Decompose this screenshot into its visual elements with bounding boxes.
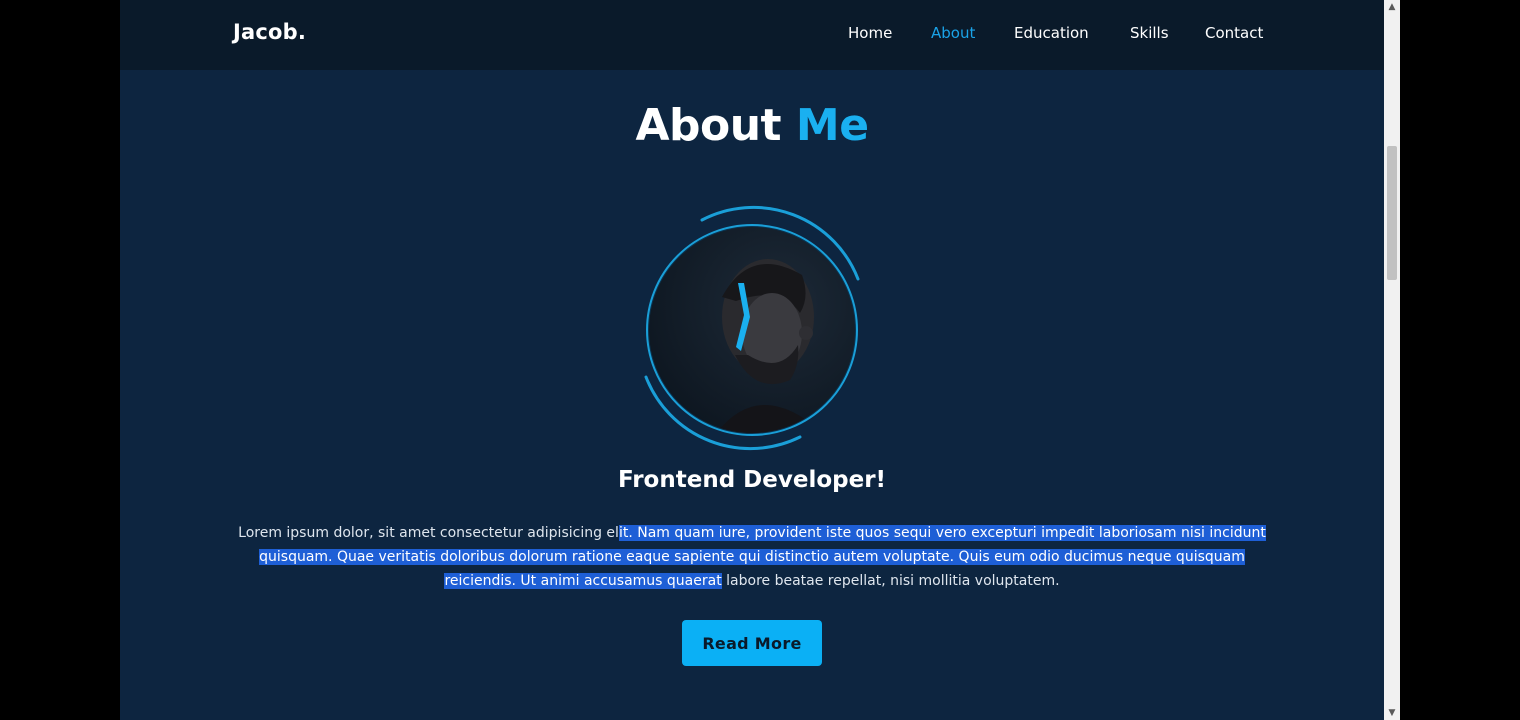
title-accent: Me [795,100,869,151]
read-more-button[interactable]: Read More [682,620,822,666]
title-main: About [635,100,782,151]
scroll-down-icon[interactable]: ▼ [1384,706,1400,720]
page-viewport: Jacob. Home About Education Skills Conta… [120,0,1384,720]
paragraph-text: Lorem ipsum dolor, sit amet consectetur … [238,525,619,541]
scrollbar-thumb[interactable] [1387,146,1397,280]
nav-link-skills[interactable]: Skills [1130,24,1169,42]
scroll-up-icon[interactable]: ▲ [1384,0,1400,14]
nav-menu: Home About Education Skills Contact [120,24,1384,48]
nav-link-education[interactable]: Education [1014,24,1089,42]
vertical-scrollbar[interactable]: ▲ ▼ [1384,0,1400,720]
nav-link-home[interactable]: Home [848,24,892,42]
profile-subtitle: Frontend Developer! [617,467,887,493]
profile-photo-icon [644,205,860,451]
paragraph-text-end: labore beatae repellat, nisi mollitia vo… [721,573,1060,589]
nav-link-about[interactable]: About [931,24,975,42]
nav-link-contact[interactable]: Contact [1205,24,1263,42]
section-title: About Me [120,100,1384,151]
profile-photo-frame [640,205,890,455]
about-paragraph: Lorem ipsum dolor, sit amet consectetur … [232,521,1272,593]
navbar: Jacob. Home About Education Skills Conta… [120,0,1384,70]
